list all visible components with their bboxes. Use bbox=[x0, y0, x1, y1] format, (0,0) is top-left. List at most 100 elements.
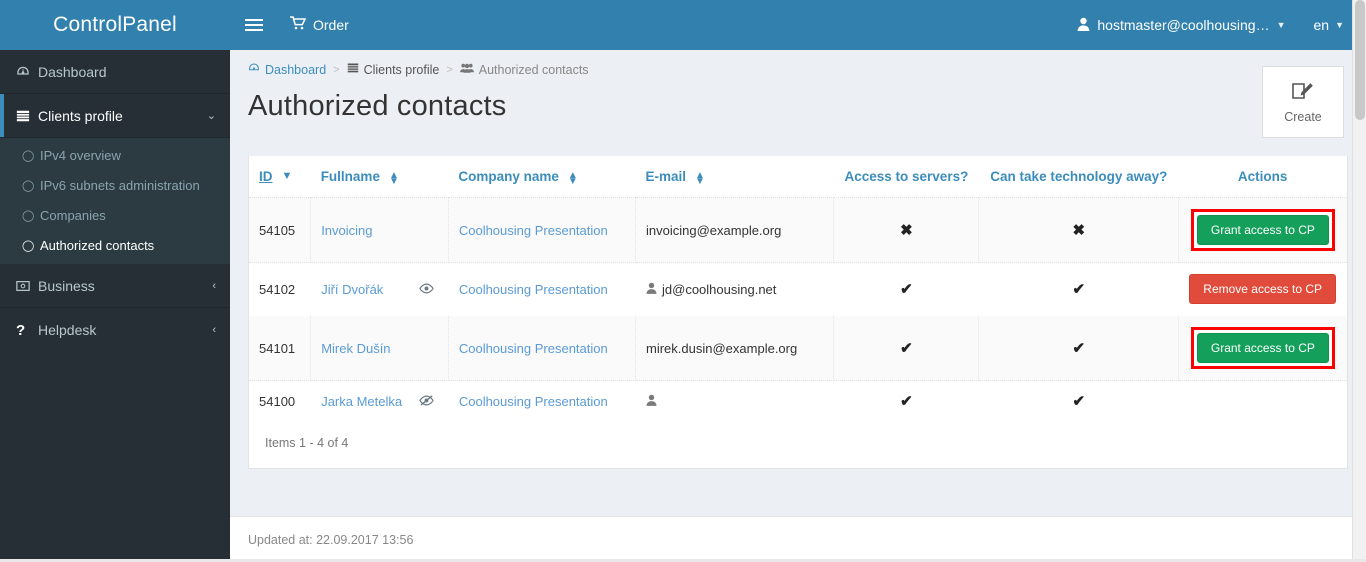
user-icon bbox=[646, 394, 657, 409]
sidebar-item-companies[interactable]: ◯ Companies bbox=[0, 200, 230, 230]
grant-access-button[interactable]: Grant access to CP bbox=[1196, 215, 1329, 245]
breadcrumb-item-dashboard[interactable]: Dashboard bbox=[248, 62, 326, 77]
sidebar-item-dashboard[interactable]: Dashboard bbox=[0, 50, 230, 94]
cross-icon: ✖ bbox=[900, 222, 913, 239]
cell-take-technology-away: ✔ bbox=[978, 262, 1179, 316]
table-head: ID ▼ Fullname ▲ ▼ Company name ▲ ▼ E-mai… bbox=[249, 156, 1347, 198]
sidebar-item-helpdesk[interactable]: ? Helpdesk ‹ bbox=[0, 308, 230, 352]
cross-icon: ✖ bbox=[1072, 222, 1086, 239]
scrollbar-thumb[interactable] bbox=[1355, 0, 1365, 120]
column-header-company-name[interactable]: Company name ▲ ▼ bbox=[448, 156, 635, 198]
circle-icon: ◯ bbox=[22, 179, 35, 192]
column-header-label: E-mail bbox=[645, 169, 687, 184]
sidebar-item-clients-profile[interactable]: Clients profile ⌄ bbox=[0, 94, 230, 138]
company-link[interactable]: Coolhousing Presentation bbox=[459, 341, 608, 356]
breadcrumb-item-authorized-contacts: Authorized contacts bbox=[459, 62, 589, 77]
cell-access-to-servers: ✔ bbox=[833, 315, 980, 381]
sidebar-subitem-label: IPv6 subnets administration bbox=[40, 177, 200, 193]
fullname-link[interactable]: Jiří Dvořák bbox=[321, 282, 383, 297]
remove-access-button[interactable]: Remove access to CP bbox=[1189, 274, 1336, 304]
circle-icon: ◯ bbox=[22, 209, 35, 222]
chevron-left-icon: ‹ bbox=[212, 279, 216, 292]
content-area: Dashboard > Clients profile > Authorized… bbox=[230, 50, 1366, 516]
cell-take-technology-away: ✔ bbox=[978, 315, 1180, 381]
user-icon bbox=[646, 282, 657, 297]
breadcrumb-item-clients-profile[interactable]: Clients profile bbox=[347, 62, 440, 77]
page-title: Authorized contacts bbox=[248, 90, 507, 122]
cell-actions: Grant access to CP bbox=[1178, 197, 1347, 263]
table-row: 54100 Jarka Metelka Coolhousing Presenta… bbox=[249, 380, 1347, 422]
cell-actions: Remove access to CP bbox=[1178, 262, 1347, 316]
cell-company: Coolhousing Presentation bbox=[448, 315, 637, 381]
cell-access-to-servers: ✔ bbox=[833, 380, 979, 422]
sidebar-item-ipv4-overview[interactable]: ◯ IPv4 overview bbox=[0, 140, 230, 170]
sort-both-icon: ▲ ▼ bbox=[567, 169, 578, 187]
eye-icon[interactable] bbox=[419, 282, 434, 297]
fullname-link[interactable]: Mirek Dušín bbox=[321, 341, 390, 356]
column-header-can-take-technology-away: Can take technology away? bbox=[979, 156, 1179, 198]
cell-company: Coolhousing Presentation bbox=[448, 380, 636, 422]
email-text: mirek.dusin@example.org bbox=[646, 340, 798, 356]
page-footer: Updated at: 22.09.2017 13:56 bbox=[230, 516, 1366, 562]
grant-access-button[interactable]: Grant access to CP bbox=[1196, 333, 1329, 363]
table-header-row: ID ▼ Fullname ▲ ▼ Company name ▲ ▼ E-mai… bbox=[249, 156, 1347, 198]
sidebar: ControlPanel Dashboard Clients profile ⌄… bbox=[0, 0, 230, 562]
cell-fullname: Jiří Dvořák bbox=[310, 262, 449, 316]
cell-actions bbox=[1178, 380, 1347, 422]
sidebar-subitem-label: Companies bbox=[40, 207, 106, 223]
column-header-label: Can take technology away? bbox=[990, 169, 1168, 184]
company-link[interactable]: Coolhousing Presentation bbox=[459, 394, 608, 409]
fullname-link[interactable]: Jarka Metelka bbox=[321, 394, 402, 409]
column-header-id[interactable]: ID ▼ bbox=[249, 156, 311, 198]
page-header-left: Dashboard > Clients profile > Authorized… bbox=[248, 62, 1262, 123]
company-link[interactable]: Coolhousing Presentation bbox=[459, 223, 608, 238]
cell-company: Coolhousing Presentation bbox=[448, 262, 636, 316]
check-icon: ✔ bbox=[900, 340, 913, 357]
cell-id: 54101 bbox=[249, 315, 312, 381]
check-icon: ✔ bbox=[900, 281, 913, 298]
column-header-fullname[interactable]: Fullname ▲ ▼ bbox=[311, 156, 449, 198]
company-link[interactable]: Coolhousing Presentation bbox=[459, 282, 608, 297]
column-header-email[interactable]: E-mail ▲ ▼ bbox=[636, 156, 834, 198]
app-root: ControlPanel Dashboard Clients profile ⌄… bbox=[0, 0, 1366, 562]
cell-id: 54100 bbox=[249, 380, 311, 422]
updated-at-label: Updated at: 22.09.2017 13:56 bbox=[248, 532, 414, 547]
create-button[interactable]: Create bbox=[1262, 66, 1344, 138]
order-button[interactable]: Order bbox=[278, 0, 361, 50]
breadcrumb-label: Authorized contacts bbox=[478, 62, 589, 77]
language-menu[interactable]: en ▼ bbox=[1300, 17, 1353, 33]
caret-down-icon: ▼ bbox=[1335, 20, 1344, 30]
sidebar-item-label: Clients profile bbox=[38, 107, 123, 124]
check-icon: ✔ bbox=[1072, 281, 1086, 298]
highlight-box: Grant access to CP bbox=[1190, 327, 1335, 369]
sidebar-subitem-label: Authorized contacts bbox=[40, 237, 155, 253]
order-label: Order bbox=[313, 17, 349, 33]
sidebar-item-ipv6-subnets-administration[interactable]: ◯ IPv6 subnets administration bbox=[0, 170, 230, 200]
column-header-label: Fullname bbox=[320, 169, 380, 184]
vertical-scrollbar[interactable] bbox=[1352, 0, 1366, 562]
sort-both-icon: ▲ ▼ bbox=[695, 169, 705, 187]
sidebar-item-business[interactable]: Business ‹ bbox=[0, 264, 230, 308]
breadcrumb-separator-icon: > bbox=[446, 63, 453, 76]
breadcrumb-label: Clients profile bbox=[363, 62, 440, 77]
column-header-label: Access to servers? bbox=[844, 169, 969, 184]
table-row: 54102 Jiří Dvořák Coolhousing Presentati… bbox=[249, 262, 1347, 316]
circle-icon: ◯ bbox=[22, 239, 35, 252]
chevron-down-icon: ⌄ bbox=[206, 110, 216, 122]
fullname-link[interactable]: Invoicing bbox=[321, 223, 372, 238]
user-menu[interactable]: hostmaster@coolhousing… ▼ bbox=[1063, 17, 1299, 34]
list-icon bbox=[347, 62, 359, 77]
hamburger-icon[interactable] bbox=[230, 18, 278, 32]
column-header-actions: Actions bbox=[1179, 156, 1347, 198]
language-label: en bbox=[1313, 17, 1330, 33]
eye-slash-icon[interactable] bbox=[419, 394, 434, 409]
column-header-access-to-servers: Access to servers? bbox=[834, 156, 979, 198]
sidebar-submenu-clients-profile: ◯ IPv4 overview ◯ IPv6 subnets administr… bbox=[0, 138, 230, 264]
sidebar-item-authorized-contacts[interactable]: ◯ Authorized contacts bbox=[0, 230, 230, 260]
column-header-label: Actions bbox=[1237, 169, 1288, 184]
sidebar-item-label: Helpdesk bbox=[38, 322, 97, 338]
create-label: Create bbox=[1284, 110, 1322, 124]
email-text: invoicing@example.org bbox=[646, 222, 782, 238]
brand-logo[interactable]: ControlPanel bbox=[0, 0, 230, 50]
user-icon bbox=[1077, 17, 1090, 34]
